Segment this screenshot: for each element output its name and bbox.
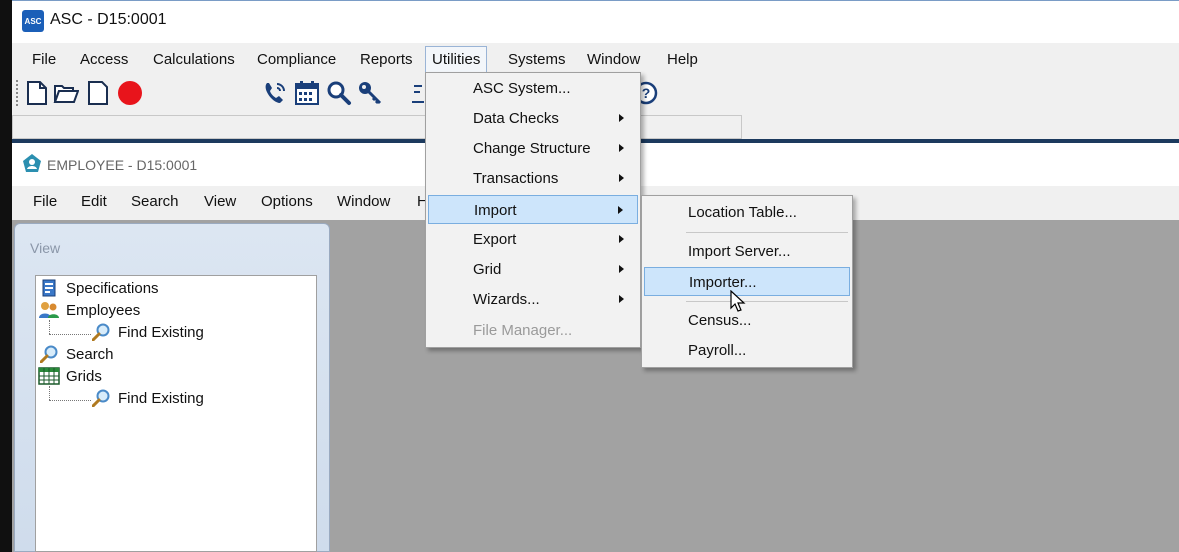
submenu-item-location-table[interactable]: Location Table... xyxy=(644,198,850,227)
menu-item-import[interactable]: Import xyxy=(428,195,638,224)
tree-item-employees-find-existing[interactable]: Find Existing xyxy=(118,324,204,341)
tree-line xyxy=(49,386,50,400)
menu-item-change-structure[interactable]: Change Structure xyxy=(428,134,638,163)
tree-line xyxy=(49,334,91,335)
menu-item-label: Data Checks xyxy=(473,110,559,127)
menu-systems[interactable]: Systems xyxy=(502,50,572,72)
grids-icon xyxy=(38,367,60,385)
child-menu-file[interactable]: File xyxy=(33,193,57,210)
menu-item-grid[interactable]: Grid xyxy=(428,255,638,284)
menu-item-transactions[interactable]: Transactions xyxy=(428,164,638,193)
key-icon[interactable] xyxy=(357,80,383,106)
submenu-item-census[interactable]: Census... xyxy=(644,306,850,335)
menu-compliance[interactable]: Compliance xyxy=(251,50,342,72)
child-menu-edit[interactable]: Edit xyxy=(81,193,107,210)
menu-item-data-checks[interactable]: Data Checks xyxy=(428,104,638,133)
tree-item-grids[interactable]: Grids xyxy=(66,368,102,385)
child-menu-window[interactable]: Window xyxy=(337,193,390,210)
employees-icon xyxy=(39,302,59,318)
status-strip-right xyxy=(742,115,1179,139)
menu-help[interactable]: Help xyxy=(661,50,704,72)
menu-separator xyxy=(686,301,848,302)
menu-file[interactable]: File xyxy=(26,50,62,72)
child-menu-search[interactable]: Search xyxy=(131,193,179,210)
svg-text:?: ? xyxy=(642,85,651,101)
tree-item-specifications[interactable]: Specifications xyxy=(66,280,159,297)
submenu-arrow-icon xyxy=(618,206,623,214)
submenu-arrow-icon xyxy=(619,114,624,122)
menu-item-asc-system[interactable]: ASC System... xyxy=(428,74,638,103)
menu-separator xyxy=(686,232,848,233)
menu-item-label: Grid xyxy=(473,261,502,278)
app-logo-icon: ASC xyxy=(22,10,44,32)
tree-item-employees[interactable]: Employees xyxy=(66,302,140,319)
menu-item-label: Change Structure xyxy=(473,140,591,157)
tree-line xyxy=(49,320,50,334)
menu-item-label: Import xyxy=(474,202,517,219)
submenu-arrow-icon xyxy=(619,265,624,273)
menu-utilities[interactable]: Utilities xyxy=(425,46,488,73)
specifications-icon xyxy=(42,279,56,297)
tree-line xyxy=(49,400,91,401)
submenu-arrow-icon xyxy=(619,295,624,303)
screen-edge xyxy=(0,0,12,552)
submenu-item-payroll[interactable]: Payroll... xyxy=(644,336,850,365)
menu-item-label: File Manager... xyxy=(473,322,573,339)
window-title: ASC - D15:0001 xyxy=(50,11,167,28)
record-icon[interactable] xyxy=(117,80,143,106)
submenu-item-importer[interactable]: Importer... xyxy=(644,267,850,296)
menu-item-export[interactable]: Export xyxy=(428,225,638,254)
phone-icon[interactable] xyxy=(262,80,288,106)
child-menu-view[interactable]: View xyxy=(204,193,236,210)
mouse-cursor-icon xyxy=(730,290,746,312)
submenu-arrow-icon xyxy=(619,174,624,182)
menu-item-label: Wizards... xyxy=(473,291,540,308)
menu-access[interactable]: Access xyxy=(74,50,134,72)
tree-item-grids-find-existing[interactable]: Find Existing xyxy=(118,390,204,407)
toolbar-grip[interactable] xyxy=(16,80,19,106)
menu-item-file-manager: File Manager... xyxy=(428,316,638,345)
menu-reports[interactable]: Reports xyxy=(354,50,419,72)
child-menu-options[interactable]: Options xyxy=(261,193,313,210)
menu-calculations[interactable]: Calculations xyxy=(147,50,241,72)
menu-item-label: Export xyxy=(473,231,517,248)
submenu-arrow-icon xyxy=(619,144,624,152)
search-icon[interactable] xyxy=(326,80,352,106)
search-tree-icon xyxy=(40,345,58,363)
employee-window-icon xyxy=(23,154,41,172)
view-panel-label: View xyxy=(30,240,61,256)
menu-item-label: Transactions xyxy=(473,170,559,187)
find-existing-icon xyxy=(92,389,110,407)
menu-item-label: ASC System... xyxy=(473,80,571,97)
blank-page-icon[interactable] xyxy=(85,80,111,106)
submenu-arrow-icon xyxy=(619,235,624,243)
partial-toolbar-icon[interactable] xyxy=(410,80,426,106)
submenu-item-import-server[interactable]: Import Server... xyxy=(644,237,850,266)
menu-window[interactable]: Window xyxy=(581,50,646,72)
tree-item-search[interactable]: Search xyxy=(66,346,114,363)
find-existing-icon xyxy=(92,323,110,341)
new-file-icon[interactable] xyxy=(24,80,50,106)
calendar-icon[interactable] xyxy=(294,80,320,106)
menu-item-wizards[interactable]: Wizards... xyxy=(428,285,638,314)
open-folder-icon[interactable] xyxy=(53,80,79,106)
child-window-title: EMPLOYEE - D15:0001 xyxy=(47,157,198,173)
title-bar xyxy=(12,0,1179,43)
